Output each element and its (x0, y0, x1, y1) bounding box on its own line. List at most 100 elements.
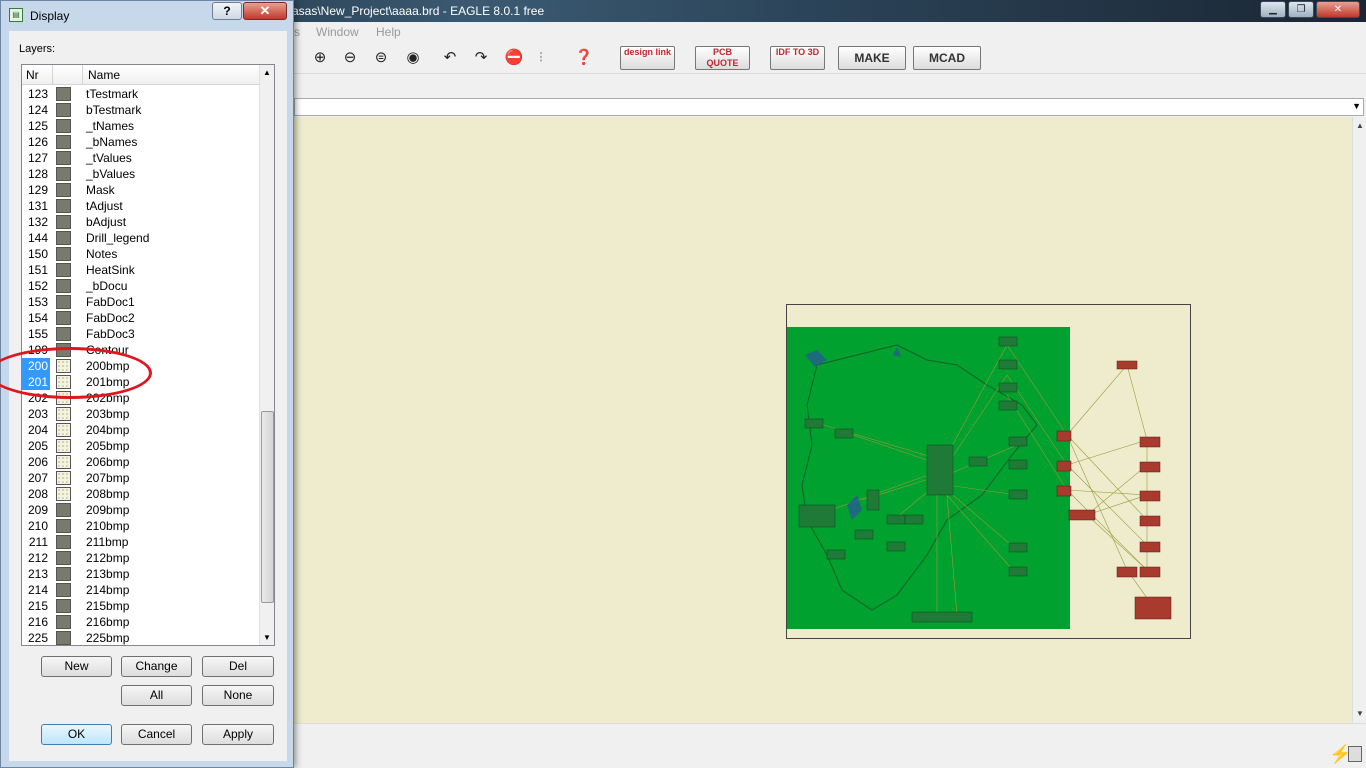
layer-color-swatch[interactable] (56, 215, 71, 229)
scroll-up-icon[interactable]: ▲ (1356, 121, 1364, 130)
layer-row[interactable]: 129 Mask (22, 182, 259, 198)
layer-color-swatch[interactable] (56, 295, 71, 309)
layer-color-swatch[interactable] (56, 279, 71, 293)
layer-color-swatch[interactable] (56, 199, 71, 213)
layer-row[interactable]: 155 FabDoc3 (22, 326, 259, 342)
undo-icon[interactable]: ↶ (440, 48, 460, 68)
layer-row[interactable]: 203 203bmp (22, 406, 259, 422)
canvas-vertical-scrollbar[interactable]: ▲ ▼ (1352, 117, 1366, 723)
layer-color-swatch[interactable] (56, 487, 71, 501)
menu-item-view[interactable]: s (294, 25, 300, 39)
layer-row[interactable]: 206 206bmp (22, 454, 259, 470)
layer-row[interactable]: 144 Drill_legend (22, 230, 259, 246)
layer-row[interactable]: 208 208bmp (22, 486, 259, 502)
layer-row[interactable]: 205 205bmp (22, 438, 259, 454)
layer-row[interactable]: 126 _bNames (22, 134, 259, 150)
layer-color-swatch[interactable] (56, 87, 71, 101)
layer-row[interactable]: 151 HeatSink (22, 262, 259, 278)
layer-color-swatch[interactable] (56, 135, 71, 149)
layer-color-swatch[interactable] (56, 119, 71, 133)
layer-row[interactable]: 154 FabDoc2 (22, 310, 259, 326)
pcb-quote-button[interactable]: PCB QUOTE (695, 46, 750, 70)
layer-color-swatch[interactable] (56, 167, 71, 181)
layer-color-swatch[interactable] (56, 407, 71, 421)
make-button[interactable]: MAKE (838, 46, 906, 70)
zoom-select-icon[interactable]: ⊜ (371, 48, 391, 68)
designlink-button[interactable]: design link (620, 46, 675, 70)
column-header-name[interactable]: Name (88, 68, 120, 82)
layer-color-swatch[interactable] (56, 247, 71, 261)
menu-item-window[interactable]: Window (316, 25, 359, 39)
stop-icon[interactable]: ⛔ (504, 48, 524, 68)
layer-row[interactable]: 132 bAdjust (22, 214, 259, 230)
document-icon[interactable] (1348, 746, 1362, 762)
layer-row[interactable]: 212 212bmp (22, 550, 259, 566)
layer-color-swatch[interactable] (56, 567, 71, 581)
layer-row[interactable]: 216 216bmp (22, 614, 259, 630)
dialog-help-button[interactable]: ? (212, 2, 242, 20)
ok-button[interactable]: OK (41, 724, 112, 745)
layer-row[interactable]: 150 Notes (22, 246, 259, 262)
scroll-down-icon[interactable]: ▼ (263, 633, 271, 642)
layer-color-swatch[interactable] (56, 471, 71, 485)
layer-row[interactable]: 209 209bmp (22, 502, 259, 518)
zoom-out-icon[interactable]: ⊖ (340, 48, 360, 68)
layer-color-swatch[interactable] (56, 455, 71, 469)
scrollbar-thumb[interactable] (261, 411, 274, 603)
layer-row[interactable]: 153 FabDoc1 (22, 294, 259, 310)
mcad-button[interactable]: MCAD (913, 46, 981, 70)
layer-row[interactable]: 125 _tNames (22, 118, 259, 134)
layer-color-swatch[interactable] (56, 599, 71, 613)
minimize-button[interactable]: ▁ (1260, 1, 1286, 18)
layer-color-swatch[interactable] (56, 535, 71, 549)
layer-row[interactable]: 213 213bmp (22, 566, 259, 582)
command-line-input[interactable]: ▼ (294, 98, 1364, 116)
layer-row[interactable]: 214 214bmp (22, 582, 259, 598)
help-icon[interactable]: ❓ (574, 48, 594, 68)
layer-row[interactable]: 131 tAdjust (22, 198, 259, 214)
cancel-button[interactable]: Cancel (121, 724, 192, 745)
layer-color-swatch[interactable] (56, 327, 71, 341)
layer-color-swatch[interactable] (56, 583, 71, 597)
layer-color-swatch[interactable] (56, 615, 71, 629)
zoom-menu-icon[interactable]: ◉ (403, 48, 423, 68)
layer-color-swatch[interactable] (56, 519, 71, 533)
layer-color-swatch[interactable] (56, 263, 71, 277)
idf-to-3d-button[interactable]: IDF TO 3D (770, 46, 825, 70)
layers-scrollbar[interactable]: ▲ ▼ (259, 65, 274, 645)
layer-row[interactable]: 210 210bmp (22, 518, 259, 534)
window-close-button[interactable]: ✕ (1316, 1, 1360, 18)
layer-color-swatch[interactable] (56, 503, 71, 517)
zoom-in-icon[interactable]: ⊕ (310, 48, 330, 68)
layer-color-swatch[interactable] (56, 423, 71, 437)
column-header-nr[interactable]: Nr (26, 68, 39, 82)
layer-row[interactable]: 225 225bmp (22, 630, 259, 645)
layer-color-swatch[interactable] (56, 231, 71, 245)
menu-item-help[interactable]: Help (376, 25, 401, 39)
pcb-board[interactable] (786, 304, 1191, 639)
canvas-horizontal-scrollbar[interactable] (294, 723, 1366, 739)
none-button[interactable]: None (202, 685, 274, 706)
layer-row[interactable]: 124 bTestmark (22, 102, 259, 118)
dialog-close-button[interactable]: ✕ (243, 2, 287, 20)
layer-color-swatch[interactable] (56, 103, 71, 117)
layer-color-swatch[interactable] (56, 151, 71, 165)
layer-color-swatch[interactable] (56, 183, 71, 197)
go-icon[interactable]: ⁝ (531, 48, 551, 68)
maximize-button[interactable]: ❐ (1288, 1, 1314, 18)
del-button[interactable]: Del (202, 656, 274, 677)
chevron-down-icon[interactable]: ▼ (1352, 101, 1361, 111)
layer-color-swatch[interactable] (56, 551, 71, 565)
layer-row[interactable]: 123 tTestmark (22, 86, 259, 102)
layer-row[interactable]: 152 _bDocu (22, 278, 259, 294)
layer-color-swatch[interactable] (56, 439, 71, 453)
layer-row[interactable]: 128 _bValues (22, 166, 259, 182)
layer-color-swatch[interactable] (56, 631, 71, 645)
new-button[interactable]: New (41, 656, 112, 677)
layer-row[interactable]: 215 215bmp (22, 598, 259, 614)
layer-row[interactable]: 207 207bmp (22, 470, 259, 486)
all-button[interactable]: All (121, 685, 192, 706)
layer-color-swatch[interactable] (56, 311, 71, 325)
change-button[interactable]: Change (121, 656, 192, 677)
layer-row[interactable]: 204 204bmp (22, 422, 259, 438)
